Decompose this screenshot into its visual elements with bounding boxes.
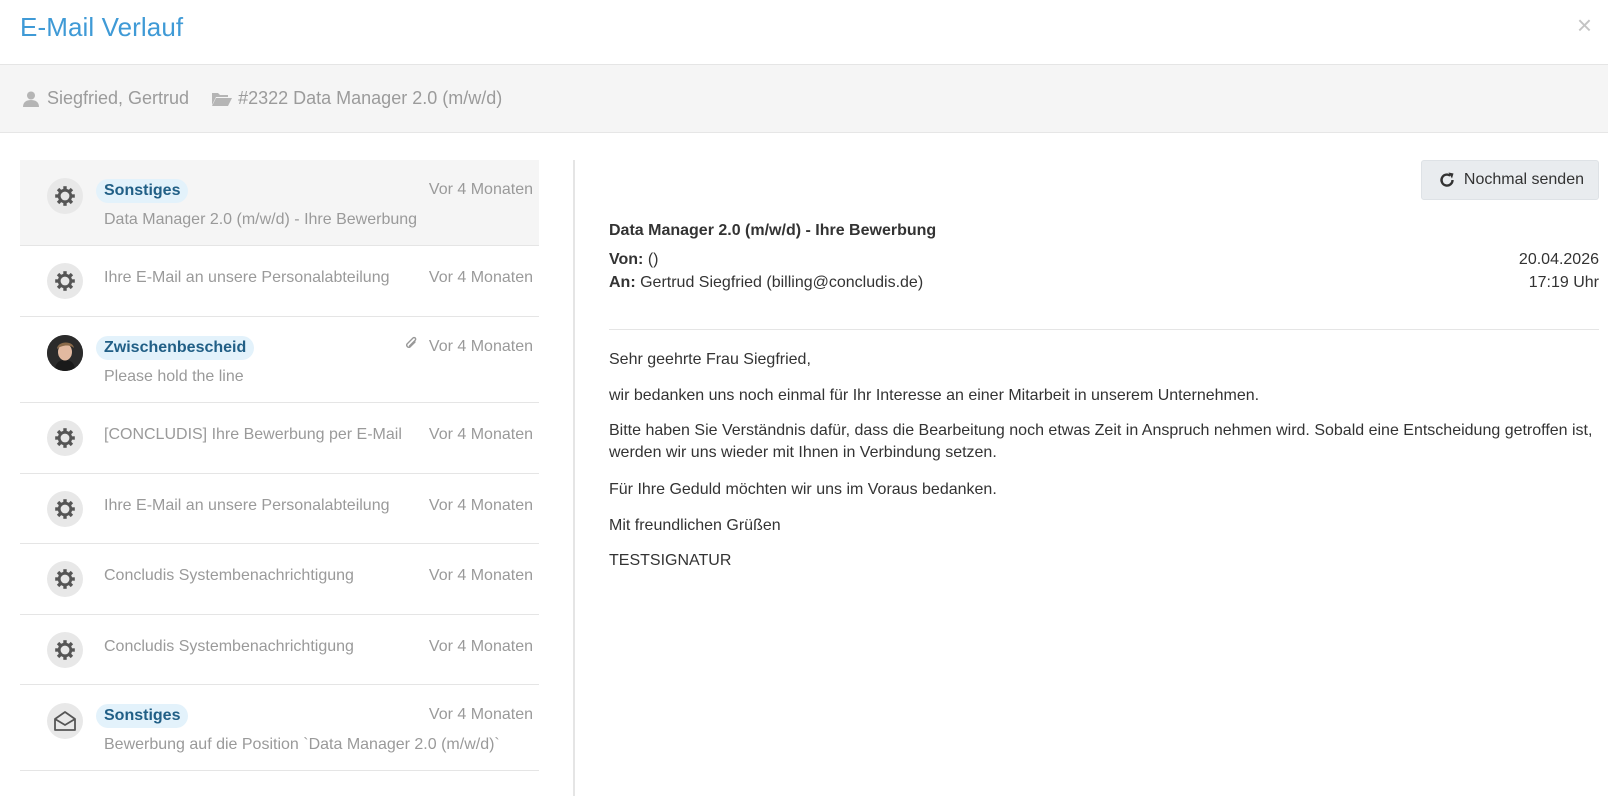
divider [573,160,575,796]
refresh-icon [1438,171,1456,189]
gear-icon [47,561,83,597]
job-info[interactable]: #2322 Data Manager 2.0 (m/w/d) [211,88,502,110]
candidate-info[interactable]: Siegfried, Gertrud [20,88,189,110]
candidate-name: Siegfried, Gertrud [47,88,190,108]
body-paragraph: wir bedanken uns noch einmal für Ihr Int… [609,387,1260,404]
mail-time: Vor 4 Monaten [428,497,533,514]
mail-list-item[interactable]: [CONCLUDIS] Ihre Bewerbung per E-Mail Vor… [20,403,539,474]
mail-time: Vor 4 Monaten [428,706,533,723]
separator [609,329,1599,330]
modal-title: E-Mail Verlauf [20,12,184,42]
body-signature: TESTSIGNATUR [609,552,732,569]
category-tag: Sonstiges [96,179,189,203]
resend-button[interactable]: Nochmal senden [1420,160,1599,200]
mail-time: Vor 4 Monaten [428,338,533,355]
mail-subject-preview: [CONCLUDIS] Ihre Bewerbung per E-Mail [104,426,402,443]
mail-list-item[interactable]: Concludis Systembenachrichtigung Vor 4 Mo… [20,544,539,615]
mail-time: Vor 4 Monaten [428,181,533,198]
to-label: An: [609,274,636,291]
context-bar: Siegfried, Gertrud #2322 Data Manager 2.… [0,65,1608,133]
close-button[interactable]: × [1577,10,1592,40]
body-salutation: Sehr geehrte Frau Siegfried, [609,351,811,368]
mail-list-item[interactable]: Zwischenbescheid Please hold the line Vor … [20,317,539,403]
from-value: () [647,251,659,268]
resend-label: Nochmal senden [1463,171,1584,188]
to-value: Gertrud Siegfried (billing@concludis.de) [640,274,924,291]
envelope-open-icon [47,703,83,739]
body-paragraph: Bitte haben Sie Verständnis dafür, dass … [609,422,1593,461]
mail-time: Vor 4 Monaten [428,269,533,286]
paperclip-icon [403,336,419,357]
mail-detail: Nochmal senden Data Manager 2.0 (m/w/d) … [609,134,1599,796]
job-title: #2322 Data Manager 2.0 (m/w/d) [238,88,503,108]
mail-subject-preview: Ihre E-Mail an unsere Personalabteilung [104,269,390,286]
gear-icon [47,263,83,299]
mail-time: Vor 4 Monaten [428,638,533,655]
mail-date: 20.04.2026 [1518,251,1599,268]
from-row: Von: () 20.04.2026 [609,251,1599,269]
from-label: Von: [609,251,644,268]
body-closing: Mit freundlichen Grüßen [609,517,781,534]
mail-list-item[interactable]: Sonstiges Bewerbung auf die Position `Dat… [20,685,539,771]
gear-icon [47,632,83,668]
mail-time: Vor 4 Monaten [428,426,533,443]
folder-open-icon [211,88,233,110]
mail-time: 17:19 Uhr [1528,274,1599,291]
gear-icon [47,178,83,214]
mail-subject-preview: Concludis Systembenachrichtigung [104,567,354,584]
mail-subject-preview: Concludis Systembenachrichtigung [104,638,354,655]
mail-subject-preview: Ihre E-Mail an unsere Personalabteilung [104,497,390,514]
content: Sonstiges Data Manager 2.0 (m/w/d) - Ihre… [0,134,1608,796]
sender-avatar [47,335,83,371]
gear-icon [47,420,83,456]
to-row: An: Gertrud Siegfried (billing@concludis… [609,274,1599,292]
mail-subject-preview: Bewerbung auf die Position `Data Manager… [104,736,500,753]
email-history-modal: E-Mail Verlauf × Siegfried, Gertrud #232… [0,0,1608,796]
gear-icon [47,491,83,527]
mail-list-item[interactable]: Ihre E-Mail an unsere Personalabteilung V… [20,246,539,317]
modal-header: E-Mail Verlauf × [0,0,1608,65]
mail-list: Sonstiges Data Manager 2.0 (m/w/d) - Ihre… [20,160,539,771]
category-tag: Sonstiges [96,704,189,728]
mail-list-item[interactable]: Ihre E-Mail an unsere Personalabteilung V… [20,474,539,544]
user-icon [20,88,42,110]
mail-list-item[interactable]: Concludis Systembenachrichtigung Vor 4 Mo… [20,615,539,685]
mail-time: Vor 4 Monaten [428,567,533,584]
mail-subject-preview: Please hold the line [104,368,244,385]
category-tag: Zwischenbescheid [96,336,255,360]
mail-subject-preview: Data Manager 2.0 (m/w/d) - Ihre Bewerbun… [104,211,418,228]
mail-subject: Data Manager 2.0 (m/w/d) - Ihre Bewerbun… [609,222,937,239]
body-paragraph: Für Ihre Geduld möchten wir uns im Vorau… [609,481,997,498]
mail-list-item[interactable]: Sonstiges Data Manager 2.0 (m/w/d) - Ihre… [20,160,539,246]
